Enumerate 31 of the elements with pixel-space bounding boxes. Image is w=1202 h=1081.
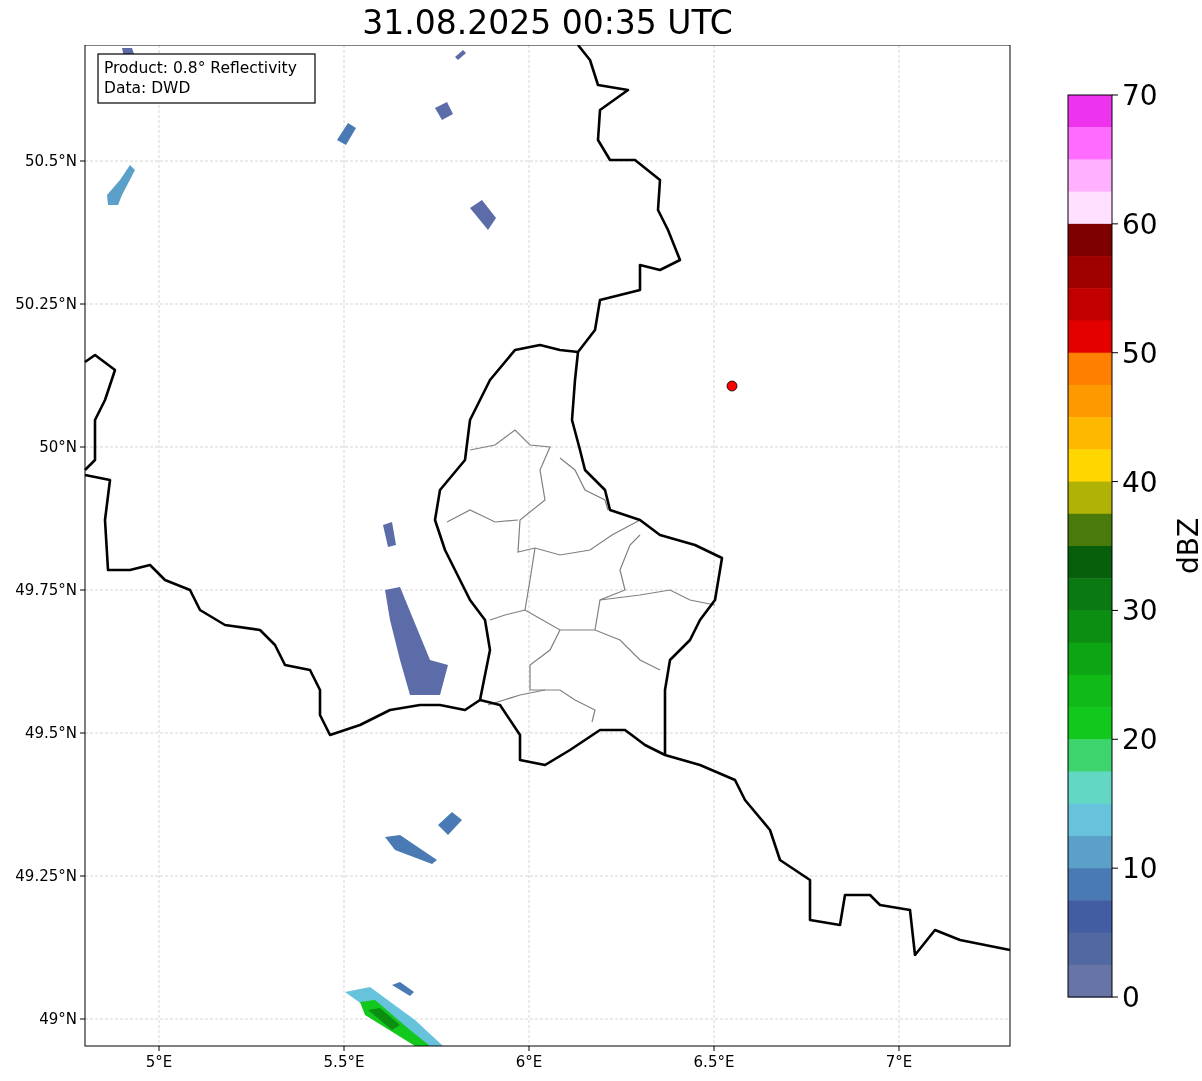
axis-tick-label: 6.5°E [693,1053,735,1071]
info-text: Data: DWD [104,79,191,97]
axis-tick-label: 5°E [145,1053,173,1071]
radar-echo [470,200,496,230]
colorbar-tick-label: 10 [1122,852,1158,886]
colorbar-label: dBZ [1172,517,1202,575]
info-text: Product: 0.8° Reflectivity [104,59,297,77]
radar-site-marker [726,380,738,392]
axis-tick-label: 50.5°N [24,152,77,170]
axis-tick-label: 50°N [39,438,77,456]
axis-tick-label: 49.25°N [15,867,77,885]
colorbar-tick-label: 0 [1122,981,1140,1014]
axis-tick-label: 50.25°N [15,295,77,313]
axis-tick-label: 49.5°N [24,724,77,742]
axis-tick-label: 49.75°N [15,581,77,599]
axis-tick-label: 5.5°E [323,1053,365,1071]
colorbar-tick-label: 70 [1122,79,1158,112]
radar-echo [383,522,396,547]
colorbar-tick-label: 50 [1122,336,1158,370]
plot-title: 31.08.2025 00:35 UTC [362,6,733,39]
radar-echo [455,50,466,60]
radar-echo [337,123,356,145]
colorbar-tick-label: 20 [1122,723,1158,757]
colorbar-tick-label: 30 [1122,594,1158,628]
radar-echo [107,165,135,205]
axis-tick-label: 7°E [885,1053,913,1071]
colorbar-tick-label: 40 [1122,465,1158,499]
colorbar-tick-label: 60 [1122,207,1158,241]
axis-tick-label: 6°E [515,1053,543,1071]
radar-echo [435,102,453,120]
axis-tick-label: 49°N [39,1010,77,1028]
